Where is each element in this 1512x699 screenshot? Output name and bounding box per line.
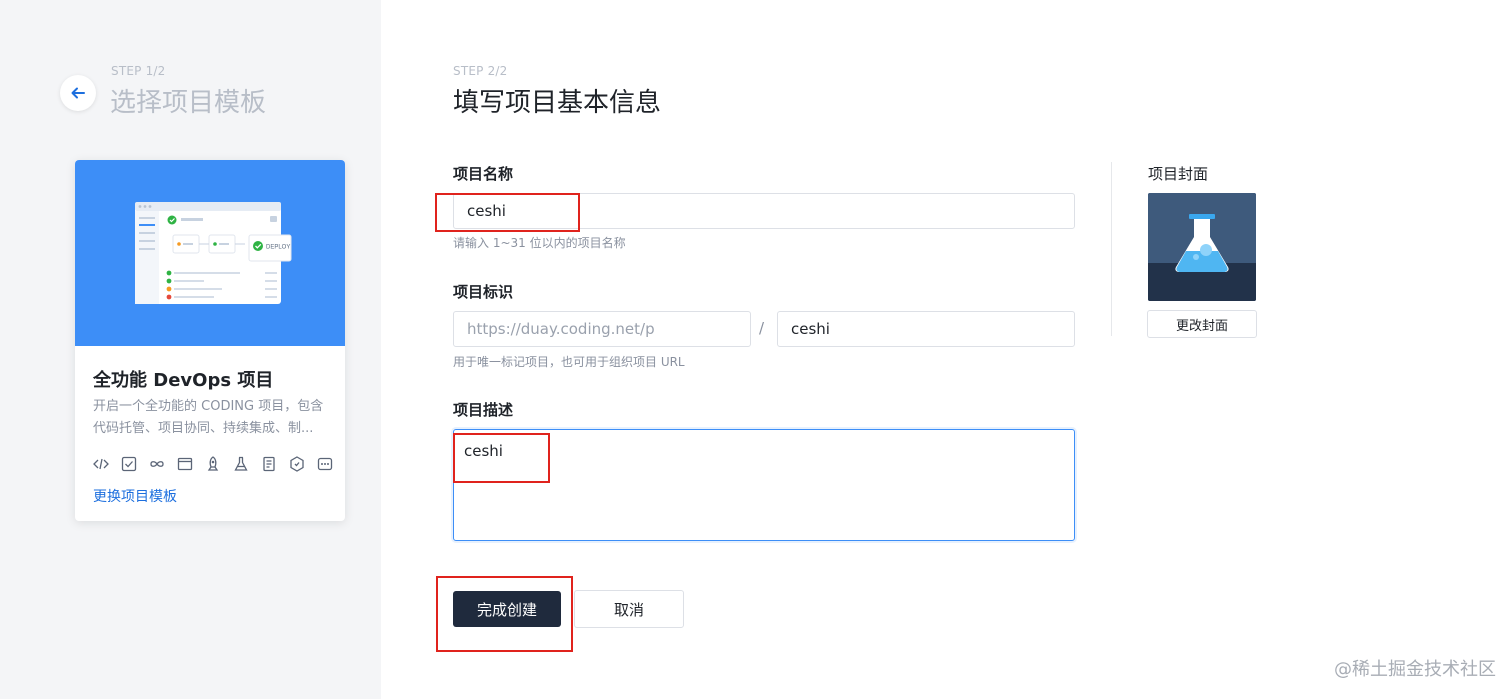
cancel-button[interactable]: 取消 (574, 590, 684, 628)
more-icon (316, 455, 334, 473)
project-description-label: 项目描述 (453, 401, 514, 419)
flask-cover-icon (1148, 193, 1256, 301)
form-title: 填写项目基本信息 (453, 88, 662, 118)
change-cover-button[interactable]: 更改封面 (1147, 310, 1257, 338)
rocket-icon (204, 455, 222, 473)
template-card[interactable]: DEPLOY 全功能 DevOps 项目 开启一个全功能的 CODING 项目，… (75, 160, 345, 521)
deploy-badge: DEPLOY (266, 245, 290, 251)
template-feature-icons (92, 455, 334, 473)
infinity-icon (148, 455, 166, 473)
project-identifier-hint: 用于唯一标记项目，也可用于组织项目 URL (453, 355, 685, 369)
step-indicator: STEP 1/2 (111, 64, 166, 78)
project-name-input[interactable]: ceshi (453, 193, 1075, 229)
project-description-textarea[interactable]: ceshi (453, 429, 1075, 541)
cover-image (1148, 193, 1256, 301)
page-title: 选择项目模板 (110, 88, 267, 118)
divider (1111, 162, 1112, 336)
template-panel: STEP 1/2 选择项目模板 DEPLOY 全功能 DevOps 项目 开启一… (0, 0, 381, 699)
template-banner: DEPLOY (75, 160, 345, 346)
project-identifier-label: 项目标识 (453, 283, 514, 301)
hexagon-icon (288, 455, 306, 473)
arrow-left-icon (71, 87, 85, 99)
project-url-prefix: https://duay.coding.net/p (453, 311, 751, 347)
change-template-link[interactable]: 更换项目模板 (93, 486, 177, 506)
watermark: @稀土掘金技术社区 (1334, 659, 1496, 680)
window-icon (176, 455, 194, 473)
project-name-hint: 请输入 1~31 位以内的项目名称 (453, 236, 626, 250)
create-button[interactable]: 完成创建 (453, 591, 561, 627)
check-square-icon (120, 455, 138, 473)
project-name-label: 项目名称 (453, 165, 514, 183)
flask-icon (232, 455, 250, 473)
url-separator: / (759, 319, 765, 337)
document-icon (260, 455, 278, 473)
step-indicator-current: STEP 2/2 (453, 64, 508, 78)
template-name: 全功能 DevOps 项目 (93, 370, 274, 391)
cover-label: 项目封面 (1148, 165, 1209, 183)
back-button[interactable] (60, 75, 96, 111)
template-description: 开启一个全功能的 CODING 项目，包含代码托管、项目协同、持续集成、制... (93, 399, 324, 436)
dashboard-illustration: DEPLOY (135, 202, 292, 304)
project-identifier-input[interactable]: ceshi (777, 311, 1075, 347)
code-icon (92, 455, 110, 473)
